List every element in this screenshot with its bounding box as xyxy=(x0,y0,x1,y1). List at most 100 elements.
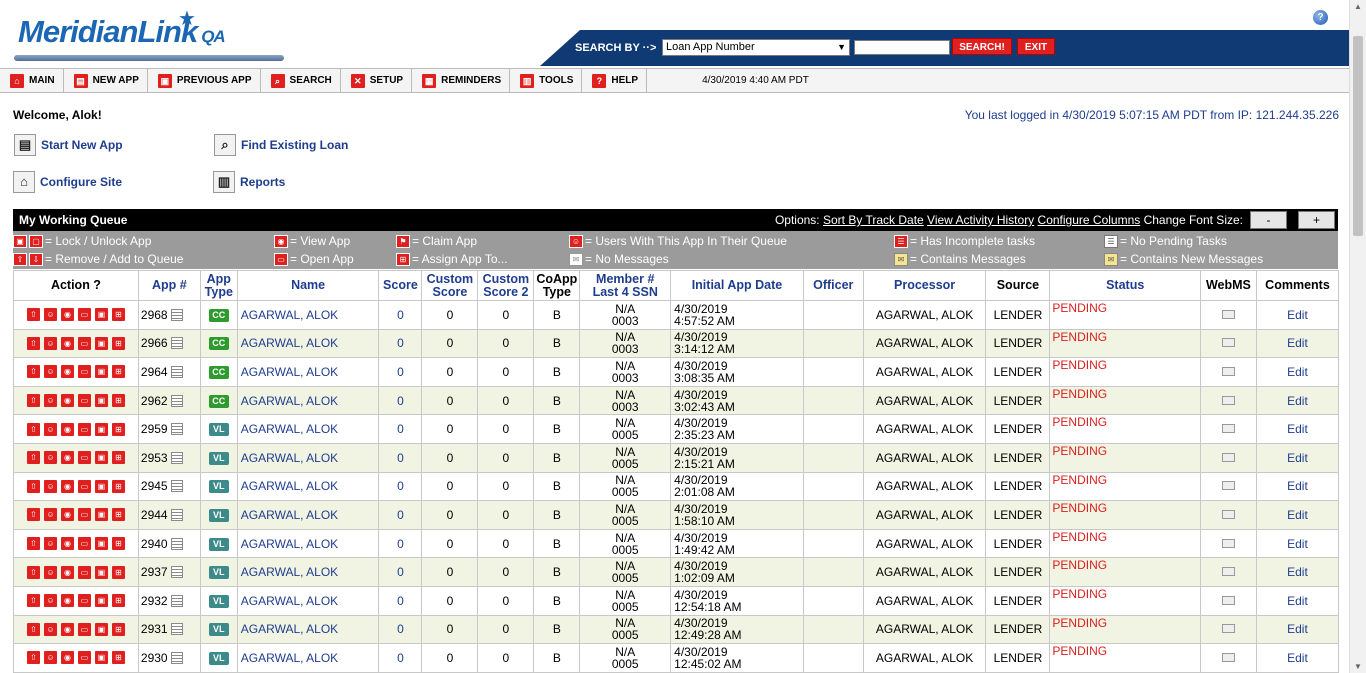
open-app-icon[interactable]: ▭ xyxy=(77,622,91,636)
assign-app-icon[interactable]: ⊞ xyxy=(111,365,125,379)
view-app-icon[interactable]: ◉ xyxy=(60,365,74,379)
assign-app-icon[interactable]: ⊞ xyxy=(111,422,125,436)
scroll-up-icon[interactable]: ▲ xyxy=(1354,2,1362,11)
users-icon[interactable]: ☺ xyxy=(43,394,57,408)
nav-help[interactable]: ? HELP xyxy=(582,69,648,92)
name-link[interactable]: AGARWAL, ALOK xyxy=(236,328,380,359)
sort-by-track-date-link[interactable]: Sort By Track Date xyxy=(823,213,924,227)
open-app-icon[interactable]: ▭ xyxy=(77,565,91,579)
col-app-no[interactable]: App # xyxy=(137,270,201,301)
find-existing-loan-link[interactable]: ⌕ Find Existing Loan xyxy=(214,134,348,156)
assign-app-icon[interactable]: ⊞ xyxy=(111,537,125,551)
assign-app-icon[interactable]: ⊞ xyxy=(111,594,125,608)
name-link[interactable]: AGARWAL, ALOK xyxy=(236,442,380,473)
assign-app-icon[interactable]: ⊞ xyxy=(111,451,125,465)
edit-link[interactable]: Edit xyxy=(1255,414,1340,444)
score-link[interactable]: 0 xyxy=(378,442,423,473)
col-member-ssn[interactable]: Member # Last 4 SSN xyxy=(579,270,672,301)
nav-main[interactable]: ⌂ MAIN xyxy=(0,69,64,92)
lock-icon[interactable]: ▣ xyxy=(94,622,108,636)
view-app-icon[interactable]: ◉ xyxy=(60,308,74,322)
col-action[interactable]: Action ? xyxy=(13,270,139,301)
open-app-icon[interactable]: ▭ xyxy=(77,308,91,322)
assign-app-icon[interactable]: ⊞ xyxy=(111,508,125,522)
task-list-icon[interactable] xyxy=(170,337,183,350)
users-icon[interactable]: ☺ xyxy=(43,651,57,665)
col-officer[interactable]: Officer xyxy=(802,270,864,301)
view-app-icon[interactable]: ◉ xyxy=(60,508,74,522)
edit-link[interactable]: Edit xyxy=(1255,557,1340,587)
remove-add-icon[interactable]: ⇧ xyxy=(26,422,40,436)
task-list-icon[interactable] xyxy=(170,423,183,436)
assign-app-icon[interactable]: ⊞ xyxy=(111,479,125,493)
col-custom-score[interactable]: Custom Score xyxy=(421,270,479,301)
score-link[interactable]: 0 xyxy=(378,557,423,587)
envelope-icon[interactable] xyxy=(1221,338,1235,348)
edit-link[interactable]: Edit xyxy=(1255,442,1340,473)
users-icon[interactable]: ☺ xyxy=(43,508,57,522)
lock-icon[interactable]: ▣ xyxy=(94,537,108,551)
name-link[interactable]: AGARWAL, ALOK xyxy=(236,414,380,444)
envelope-icon[interactable] xyxy=(1221,595,1235,605)
envelope-icon[interactable] xyxy=(1221,624,1235,634)
users-icon[interactable]: ☺ xyxy=(43,308,57,322)
assign-app-icon[interactable]: ⊞ xyxy=(111,308,125,322)
lock-icon[interactable]: ▣ xyxy=(94,422,108,436)
view-app-icon[interactable]: ◉ xyxy=(60,479,74,493)
score-link[interactable]: 0 xyxy=(378,585,423,616)
lock-icon[interactable]: ▣ xyxy=(94,336,108,350)
remove-add-icon[interactable]: ⇧ xyxy=(26,479,40,493)
task-list-icon[interactable] xyxy=(170,594,183,607)
users-icon[interactable]: ☺ xyxy=(43,422,57,436)
task-list-icon[interactable] xyxy=(170,451,183,464)
edit-link[interactable]: Edit xyxy=(1255,385,1340,416)
reports-link[interactable]: ▥ Reports xyxy=(213,171,285,193)
name-link[interactable]: AGARWAL, ALOK xyxy=(236,614,380,645)
envelope-icon[interactable] xyxy=(1221,652,1235,662)
envelope-icon[interactable] xyxy=(1221,567,1235,577)
task-list-icon[interactable] xyxy=(170,566,183,579)
envelope-icon[interactable] xyxy=(1221,309,1235,319)
col-custom-score-2[interactable]: Custom Score 2 xyxy=(477,270,535,301)
search-by-select[interactable]: Loan App Number ▼ xyxy=(662,39,850,56)
nav-tools[interactable]: ▥ TOOLS xyxy=(510,69,583,92)
envelope-icon[interactable] xyxy=(1221,538,1235,548)
name-link[interactable]: AGARWAL, ALOK xyxy=(236,471,380,502)
view-app-icon[interactable]: ◉ xyxy=(60,451,74,465)
score-link[interactable]: 0 xyxy=(378,471,423,502)
task-list-icon[interactable] xyxy=(170,365,183,378)
users-icon[interactable]: ☺ xyxy=(43,565,57,579)
score-link[interactable]: 0 xyxy=(378,643,423,673)
assign-app-icon[interactable]: ⊞ xyxy=(111,394,125,408)
lock-icon[interactable]: ▣ xyxy=(94,308,108,322)
score-link[interactable]: 0 xyxy=(378,528,423,559)
open-app-icon[interactable]: ▭ xyxy=(77,336,91,350)
envelope-icon[interactable] xyxy=(1221,366,1235,376)
name-link[interactable]: AGARWAL, ALOK xyxy=(236,585,380,616)
envelope-icon[interactable] xyxy=(1221,424,1235,434)
edit-link[interactable]: Edit xyxy=(1255,614,1340,645)
open-app-icon[interactable]: ▭ xyxy=(77,394,91,408)
configure-site-link[interactable]: ⌂ Configure Site xyxy=(13,171,122,193)
remove-add-icon[interactable]: ⇧ xyxy=(26,594,40,608)
users-icon[interactable]: ☺ xyxy=(43,336,57,350)
view-app-icon[interactable]: ◉ xyxy=(60,336,74,350)
col-initial-date[interactable]: Initial App Date xyxy=(670,270,804,301)
edit-link[interactable]: Edit xyxy=(1255,300,1340,330)
task-list-icon[interactable] xyxy=(170,508,183,521)
score-link[interactable]: 0 xyxy=(378,357,423,387)
lock-icon[interactable]: ▣ xyxy=(94,365,108,379)
envelope-icon[interactable] xyxy=(1221,509,1235,519)
task-list-icon[interactable] xyxy=(170,394,183,407)
name-link[interactable]: AGARWAL, ALOK xyxy=(236,528,380,559)
users-icon[interactable]: ☺ xyxy=(43,365,57,379)
score-link[interactable]: 0 xyxy=(378,385,423,416)
view-app-icon[interactable]: ◉ xyxy=(60,422,74,436)
name-link[interactable]: AGARWAL, ALOK xyxy=(236,643,380,673)
edit-link[interactable]: Edit xyxy=(1255,471,1340,502)
lock-icon[interactable]: ▣ xyxy=(94,394,108,408)
assign-app-icon[interactable]: ⊞ xyxy=(111,565,125,579)
edit-link[interactable]: Edit xyxy=(1255,500,1340,530)
remove-add-icon[interactable]: ⇧ xyxy=(26,451,40,465)
open-app-icon[interactable]: ▭ xyxy=(77,537,91,551)
